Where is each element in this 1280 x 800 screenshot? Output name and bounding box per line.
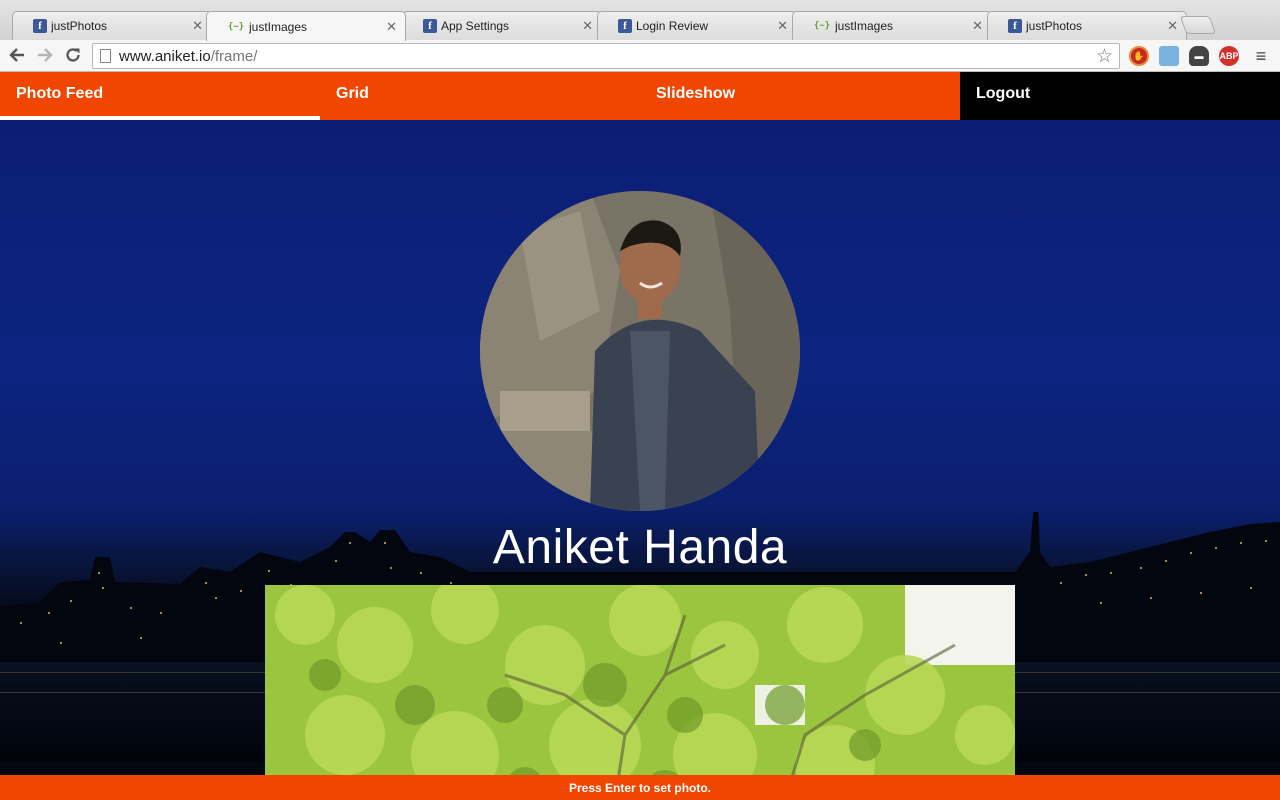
profile-name: Aniket Handa bbox=[492, 521, 788, 574]
facebook-icon: f bbox=[1008, 19, 1022, 33]
facebook-icon: f bbox=[618, 19, 632, 33]
facebook-icon: f bbox=[33, 19, 47, 33]
page-icon bbox=[100, 49, 111, 63]
page: Photo Feed Grid Slideshow Logout Aniket … bbox=[0, 72, 1280, 800]
nav-tab-photo-feed[interactable]: Photo Feed bbox=[0, 72, 320, 120]
screenshot-icon[interactable] bbox=[1159, 46, 1179, 66]
profile-avatar bbox=[480, 191, 800, 511]
browser-toolbar: www.aniket.io/frame/ ☆ ✋ ▬ ABP ≡ bbox=[0, 40, 1280, 72]
url-host: www.aniket.io bbox=[119, 47, 211, 65]
code-icon: {~} bbox=[227, 21, 245, 32]
nav-logout-button[interactable]: Logout bbox=[960, 72, 1280, 120]
tab-title: App Settings bbox=[441, 19, 510, 33]
status-bar: Press Enter to set photo. bbox=[0, 775, 1280, 800]
browser-tab[interactable]: f justPhotos ✕ bbox=[12, 11, 212, 40]
back-arrow-icon[interactable] bbox=[6, 44, 28, 66]
tree-photo-image bbox=[265, 585, 1015, 800]
forward-arrow-icon[interactable] bbox=[34, 44, 56, 66]
incognito-icon[interactable]: ▬ bbox=[1189, 46, 1209, 66]
close-icon[interactable]: ✕ bbox=[192, 18, 203, 34]
nav-label: Grid bbox=[336, 85, 369, 102]
tab-title: justPhotos bbox=[51, 19, 108, 33]
top-nav: Photo Feed Grid Slideshow Logout bbox=[0, 72, 1280, 120]
close-icon[interactable]: ✕ bbox=[972, 18, 983, 34]
tab-title: justImages bbox=[249, 19, 308, 34]
url-path: /frame/ bbox=[210, 47, 258, 65]
tab-title: justImages bbox=[835, 19, 894, 33]
browser-tab[interactable]: f App Settings ✕ bbox=[402, 11, 602, 40]
tab-title: justPhotos bbox=[1026, 19, 1083, 33]
ublock-icon[interactable]: ✋ bbox=[1129, 46, 1149, 66]
nav-label: Slideshow bbox=[656, 85, 736, 102]
new-tab-button[interactable] bbox=[1179, 16, 1217, 34]
address-bar[interactable]: www.aniket.io/frame/ ☆ bbox=[92, 43, 1120, 69]
close-icon[interactable]: ✕ bbox=[1167, 18, 1178, 34]
tab-title: Login Review bbox=[636, 19, 709, 33]
nav-label: Photo Feed bbox=[16, 85, 104, 102]
browser-tab[interactable]: {~} justImages ✕ bbox=[792, 11, 992, 40]
reload-icon[interactable] bbox=[62, 44, 84, 66]
close-icon[interactable]: ✕ bbox=[582, 18, 593, 34]
close-icon[interactable]: ✕ bbox=[777, 18, 788, 34]
code-icon: {~} bbox=[813, 21, 831, 31]
bookmark-star-icon[interactable]: ☆ bbox=[1096, 45, 1113, 68]
facebook-icon: f bbox=[423, 19, 437, 33]
status-message: Press Enter to set photo. bbox=[568, 781, 712, 795]
browser-tab-active[interactable]: {~} justImages ✕ bbox=[206, 11, 406, 41]
browser-tab[interactable]: f Login Review ✕ bbox=[597, 11, 797, 40]
nav-label: Logout bbox=[976, 85, 1031, 102]
menu-icon[interactable]: ≡ bbox=[1251, 46, 1271, 66]
adblock-icon[interactable]: ABP bbox=[1219, 46, 1239, 66]
nav-tab-grid[interactable]: Grid bbox=[320, 72, 640, 120]
nav-tab-slideshow[interactable]: Slideshow bbox=[640, 72, 960, 120]
person-portrait-image bbox=[480, 191, 800, 511]
feed-photo[interactable] bbox=[265, 585, 1015, 800]
close-icon[interactable]: ✕ bbox=[386, 19, 397, 35]
browser-tab[interactable]: f justPhotos ✕ bbox=[987, 11, 1187, 40]
browser-tabstrip: f justPhotos ✕ {~} justImages ✕ f App Se… bbox=[0, 0, 1280, 41]
